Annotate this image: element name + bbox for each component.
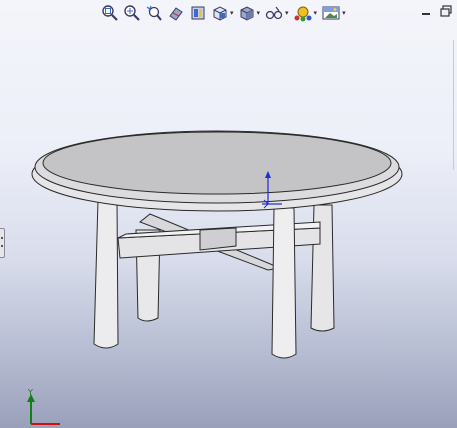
stretcher-hub <box>199 227 237 251</box>
graphics-area[interactable] <box>0 0 457 428</box>
table-leg-front-right <box>271 207 297 359</box>
table-model[interactable] <box>31 130 403 359</box>
table-leg-front-left <box>93 199 119 349</box>
table-top-surface <box>42 131 392 195</box>
triad-y-label: Y <box>28 388 33 397</box>
reference-triad <box>27 394 60 425</box>
